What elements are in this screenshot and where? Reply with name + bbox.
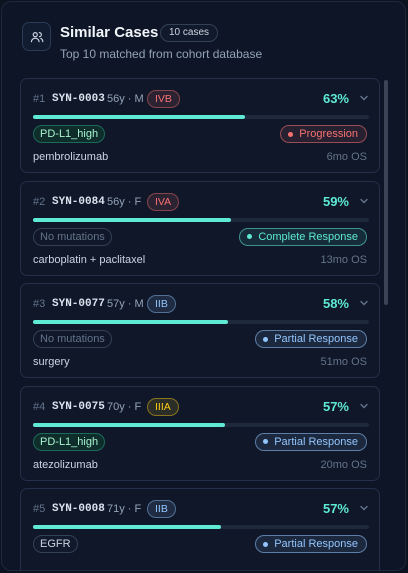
match-bar-fill [33,217,232,222]
case-rank: #1 [33,93,46,105]
marker-tag: EGFR [33,535,78,553]
stage-badge: IVA [147,192,180,211]
response-dot [263,439,269,444]
scrollbar[interactable] [384,80,388,305]
response-badge: Partial Response [255,330,367,348]
users-icon [22,22,51,51]
match-percent: 57% [322,501,349,516]
stage-badge: IVB [147,90,180,108]
match-bar-fill [33,422,225,427]
response-dot [263,336,269,342]
response-dot [247,234,253,239]
case-id: SYN-0075 [52,400,105,413]
panel-subtitle: Top 10 matched from cohort database [60,47,263,61]
chevron-down-icon[interactable] [359,196,369,206]
response-label: Partial Response [274,435,358,448]
case-card[interactable]: #4 SYN-0075 70y · F IIIA 57% PD-L1_high … [20,385,380,481]
match-percent: 57% [322,398,349,414]
treatment-text: atezolizumab [33,458,98,471]
response-label: Partial Response [274,333,358,345]
match-bar-fill [33,320,228,324]
match-bar [33,217,369,222]
overall-survival: 51mo OS [320,356,367,368]
chevron-down-icon[interactable] [359,298,369,308]
match-bar [33,115,369,119]
case-id: SYN-0008 [52,503,105,515]
response-dot [263,541,269,547]
match-bar [33,320,369,324]
chevron-down-icon[interactable] [359,503,369,513]
response-badge: Partial Response [255,432,367,451]
response-label: Progression [299,128,358,140]
chevron-down-icon[interactable] [359,93,369,103]
case-demographics: 56y · M [107,93,144,105]
case-demographics: 56y · F [107,195,142,208]
response-badge: Progression [280,125,367,143]
case-id: SYN-0077 [52,298,105,310]
case-count-badge: 10 cases [160,24,219,42]
match-bar [33,525,369,529]
case-card[interactable]: #5 SYN-0008 71y · F IIB 57% EGFR Partial… [20,488,380,570]
case-demographics: 71y · F [107,503,142,515]
stage-badge: IIB [147,500,176,518]
marker-tag: No mutations [33,227,112,246]
case-id: SYN-0084 [52,195,105,208]
case-rank: #4 [33,400,46,413]
case-card[interactable]: #1 SYN-0003 56y · M IVB 63% PD-L1_high P… [20,78,380,173]
match-percent: 58% [322,296,349,311]
case-id: SYN-0003 [52,93,105,105]
overall-survival: 20mo OS [320,458,367,471]
stage-badge: IIIA [147,397,179,416]
match-bar-fill [33,525,222,529]
response-badge: Partial Response [255,535,367,553]
case-card[interactable]: #2 SYN-0084 56y · F IVA 59% No mutations… [20,180,380,276]
treatment-text: pembrolizumab [33,151,109,163]
response-badge: Complete Response [239,227,367,246]
case-demographics: 57y · M [107,298,144,310]
marker-tag: PD-L1_high [33,432,106,451]
case-rank: #5 [33,503,46,515]
match-bar [33,422,369,427]
stage-badge: IIB [147,295,176,313]
marker-tag: No mutations [33,330,112,348]
response-label: Partial Response [274,538,358,550]
case-demographics: 70y · F [107,400,142,413]
case-rank: #3 [33,298,46,310]
chevron-down-icon[interactable] [359,401,369,411]
treatment-text: surgery [33,356,70,368]
treatment-text: carboplatin + paclitaxel [33,253,146,266]
match-bar-fill [33,115,245,119]
overall-survival: 6mo OS [326,151,367,163]
response-dot [288,131,294,137]
similar-cases-panel: Similar Cases 10 cases Top 10 matched fr… [1,1,406,571]
panel-header: Similar Cases 10 cases Top 10 matched fr… [22,22,389,72]
match-percent: 63% [322,91,349,106]
marker-tag: PD-L1_high [33,125,106,143]
response-label: Complete Response [258,230,358,243]
overall-survival: 13mo OS [320,253,367,266]
match-percent: 59% [322,193,349,209]
panel-title: Similar Cases [60,24,159,41]
case-rank: #2 [33,195,46,208]
case-card[interactable]: #3 SYN-0077 57y · M IIB 58% No mutations… [20,283,380,378]
